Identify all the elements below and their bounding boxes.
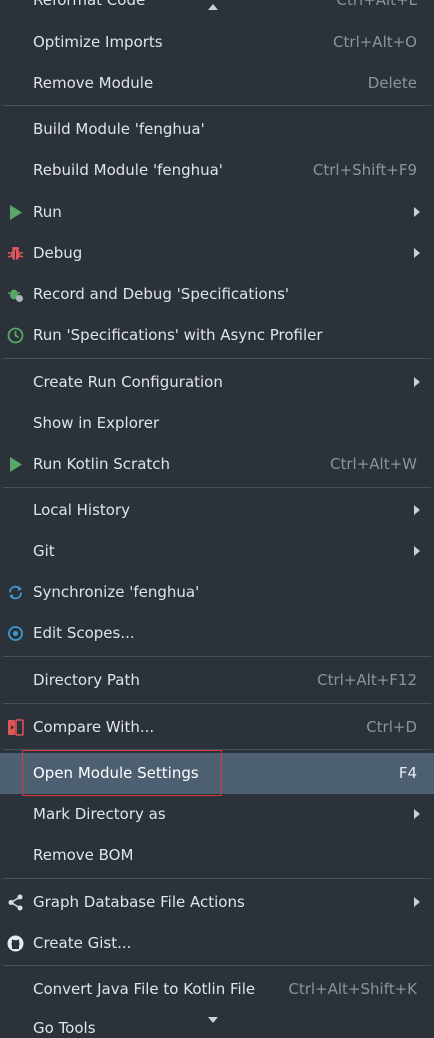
menu-item-local-history[interactable]: Local History [0, 490, 434, 531]
menu-item-convert-java-to-kotlin[interactable]: Convert Java File to Kotlin File Ctrl+Al… [0, 969, 434, 1010]
context-menu: Reformat Code Ctrl+Alt+L Optimize Import… [0, 0, 434, 1037]
menu-item-label: Debug [33, 244, 83, 262]
menu-item-shortcut: Ctrl+Shift+F9 [312, 161, 417, 179]
submenu-arrow-icon [414, 377, 420, 387]
menu-item-label: Directory Path [33, 671, 140, 689]
debug-icon [7, 245, 24, 262]
menu-item-label: Run [33, 203, 62, 221]
menu-item-label: Build Module 'fenghua' [33, 120, 205, 138]
menu-separator [3, 703, 431, 704]
menu-item-label: Optimize Imports [33, 33, 163, 51]
menu-item-label: Rebuild Module 'fenghua' [33, 161, 223, 179]
menu-item-label: Run 'Specifications' with Async Profiler [33, 326, 323, 344]
submenu-arrow-icon [414, 207, 420, 217]
menu-item-label: Edit Scopes... [33, 624, 135, 642]
menu-item-shortcut: Ctrl+D [366, 718, 417, 736]
highlight-annotation-box [22, 750, 222, 796]
menu-item-record-and-debug[interactable]: Record and Debug 'Specifications' [0, 274, 434, 315]
menu-item-shortcut: Delete [367, 74, 417, 92]
menu-item-show-in-explorer[interactable]: Show in Explorer [0, 403, 434, 444]
menu-item-directory-path[interactable]: Directory Path Ctrl+Alt+F12 [0, 660, 434, 701]
record-debug-icon [7, 286, 24, 303]
menu-item-optimize-imports[interactable]: Optimize Imports Ctrl+Alt+O [0, 22, 434, 63]
menu-item-shortcut: Ctrl+Alt+Shift+K [288, 980, 417, 998]
menu-item-run[interactable]: Run [0, 192, 434, 233]
menu-item-remove-bom[interactable]: Remove BOM [0, 835, 434, 876]
menu-item-label: Git [33, 542, 55, 560]
run-icon [7, 204, 24, 221]
submenu-arrow-icon [414, 248, 420, 258]
menu-separator [3, 656, 431, 657]
menu-item-shortcut: Ctrl+Alt+F12 [317, 671, 417, 689]
submenu-arrow-icon [414, 809, 420, 819]
menu-separator [3, 965, 431, 966]
submenu-arrow-icon [414, 546, 420, 556]
menu-item-shortcut: Ctrl+Alt+W [330, 455, 417, 473]
menu-item-git[interactable]: Git [0, 531, 434, 572]
submenu-arrow-icon [414, 897, 420, 907]
scroll-up-arrow-icon[interactable] [208, 4, 218, 10]
async-profiler-icon [7, 327, 24, 344]
menu-item-go-tools-partial[interactable]: Go Tools [33, 1018, 96, 1038]
menu-separator [3, 487, 431, 488]
menu-item-label: Mark Directory as [33, 805, 166, 823]
menu-separator [3, 358, 431, 359]
menu-item-label: Compare With... [33, 718, 155, 736]
menu-item-reformat-code-shortcut: Ctrl+Alt+L [336, 0, 418, 9]
submenu-arrow-icon [414, 505, 420, 515]
menu-item-shortcut: F4 [398, 764, 417, 782]
menu-item-label: Run Kotlin Scratch [33, 455, 171, 473]
menu-item-run-async-profiler[interactable]: Run 'Specifications' with Async Profiler [0, 315, 434, 356]
menu-item-label: Record and Debug 'Specifications' [33, 285, 290, 303]
menu-item-reformat-code-partial[interactable]: Reformat Code [33, 0, 145, 10]
menu-item-label: Create Gist... [33, 934, 132, 952]
menu-item-label: Create Run Configuration [33, 373, 223, 391]
menu-item-label: Remove Module [33, 74, 154, 92]
graph-icon [7, 894, 24, 911]
run-icon [7, 456, 24, 473]
menu-item-label: Local History [33, 501, 131, 519]
compare-icon [7, 719, 24, 736]
scroll-down-arrow-icon[interactable] [208, 1017, 218, 1023]
menu-item-compare-with[interactable]: Compare With... Ctrl+D [0, 707, 434, 748]
menu-item-remove-module[interactable]: Remove Module Delete [0, 63, 434, 104]
menu-item-label: Remove BOM [33, 846, 134, 864]
menu-item-label: Show in Explorer [33, 414, 160, 432]
menu-separator [3, 105, 431, 106]
menu-item-debug[interactable]: Debug [0, 233, 434, 274]
menu-item-label: Synchronize 'fenghua' [33, 583, 200, 601]
sync-icon [7, 584, 24, 601]
menu-item-graph-database-file-actions[interactable]: Graph Database File Actions [0, 882, 434, 923]
menu-item-edit-scopes[interactable]: Edit Scopes... [0, 613, 434, 654]
menu-item-mark-directory-as[interactable]: Mark Directory as [0, 794, 434, 835]
menu-item-build-module[interactable]: Build Module 'fenghua' [0, 109, 434, 150]
menu-item-label: Convert Java File to Kotlin File [33, 980, 256, 998]
menu-item-create-gist[interactable]: Create Gist... [0, 923, 434, 964]
menu-item-run-kotlin-scratch[interactable]: Run Kotlin Scratch Ctrl+Alt+W [0, 444, 434, 485]
menu-item-shortcut: Ctrl+Alt+O [333, 33, 417, 51]
menu-item-create-run-configuration[interactable]: Create Run Configuration [0, 362, 434, 403]
menu-separator [3, 878, 431, 879]
menu-item-label: Graph Database File Actions [33, 893, 245, 911]
menu-item-synchronize[interactable]: Synchronize 'fenghua' [0, 572, 434, 613]
menu-item-rebuild-module[interactable]: Rebuild Module 'fenghua' Ctrl+Shift+F9 [0, 150, 434, 191]
scopes-icon [7, 625, 24, 642]
github-icon [7, 935, 24, 952]
